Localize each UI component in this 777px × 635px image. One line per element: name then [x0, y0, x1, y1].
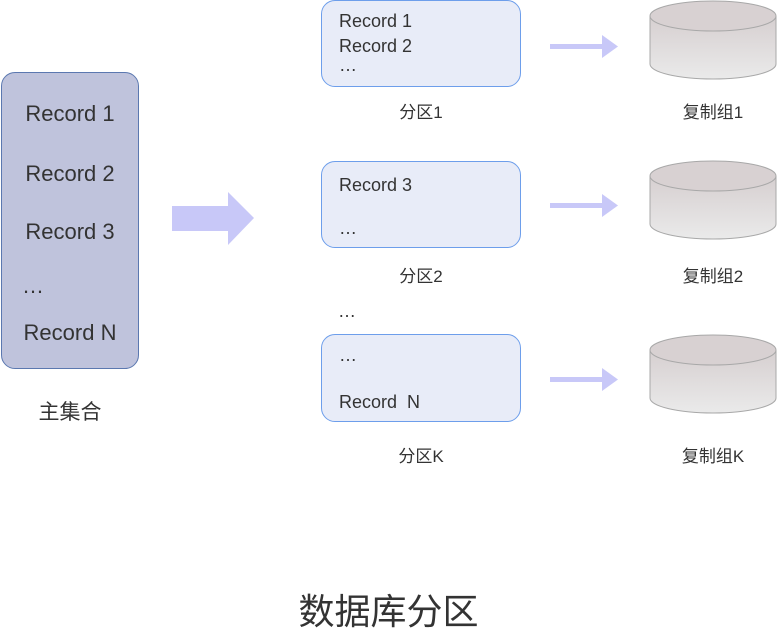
- database-cylinder-icon-1: [649, 0, 777, 80]
- partition-ellipsis: …: [339, 55, 358, 75]
- partition-caption-1: 分区1: [399, 103, 443, 122]
- master-record: Record 3: [25, 219, 115, 244]
- arrow-icon-1: [550, 35, 618, 58]
- master-record: Record N: [23, 320, 117, 345]
- diagram-title: 数据库分区: [298, 591, 479, 632]
- arrow-icon-k: [550, 368, 618, 391]
- partition-record: Record N: [339, 392, 421, 412]
- partition-ellipsis: …: [339, 345, 358, 365]
- partition-box-1: Record 1 Record 2 …: [321, 0, 521, 87]
- partitions-ellipsis: …: [338, 301, 357, 321]
- master-ellipsis: …: [22, 273, 44, 298]
- partition-box-k: … Record N: [321, 334, 521, 422]
- partition-record: Record 1: [339, 11, 413, 31]
- partition-ellipsis: …: [339, 218, 358, 238]
- partition-caption-2: 分区2: [399, 267, 443, 286]
- arrow-icon-2: [550, 194, 618, 217]
- partition-record: Record 2: [339, 36, 413, 56]
- master-record: Record 1: [25, 101, 115, 126]
- partition-box-2: Record 3 …: [321, 161, 521, 248]
- database-cylinder-icon-2: [649, 160, 777, 240]
- partition-caption-k: 分区K: [398, 447, 444, 466]
- database-cylinder-icon-k: [649, 334, 777, 414]
- replica-caption-2: 复制组2: [682, 267, 744, 286]
- big-arrow-icon: [172, 192, 254, 245]
- master-caption: 主集合: [38, 401, 102, 424]
- partition-record: Record 3: [339, 175, 413, 195]
- master-record: Record 2: [25, 161, 115, 186]
- master-collection-box: Record 1 Record 2 Record 3 … Record N: [1, 72, 139, 369]
- replica-caption-k: 复制组K: [681, 447, 745, 466]
- replica-caption-1: 复制组1: [682, 103, 744, 122]
